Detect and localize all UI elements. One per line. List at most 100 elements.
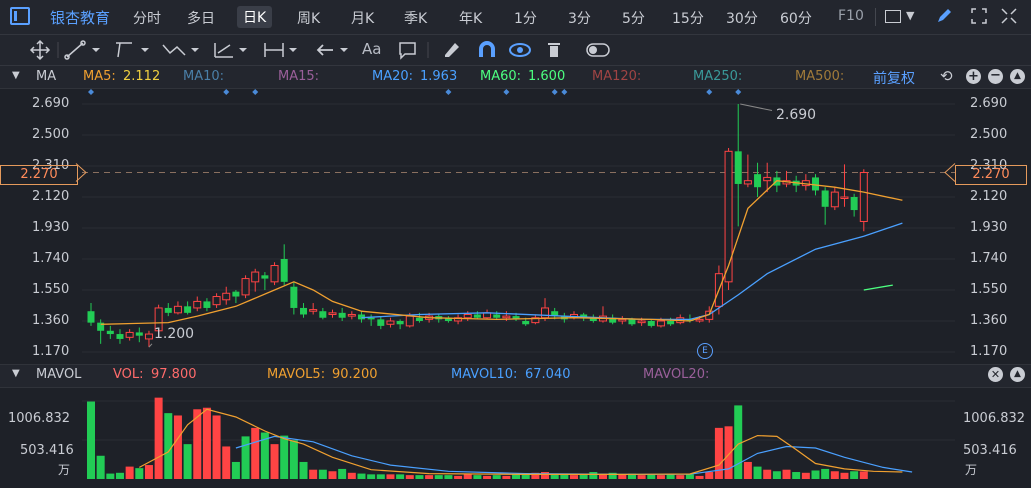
volume-bar	[115, 472, 124, 479]
expand-icon[interactable]	[1000, 7, 1018, 25]
period-tab[interactable]: 30分	[726, 8, 758, 28]
period-tab[interactable]: 1分	[514, 8, 537, 28]
zoom-in-icon[interactable]: +	[966, 69, 981, 84]
settings-icon[interactable]: ▲	[1010, 367, 1025, 382]
eraser-icon[interactable]	[445, 43, 459, 57]
ma-label[interactable]: MA	[36, 69, 56, 84]
ma-item-name: MA120:	[592, 69, 642, 84]
zoom-out-icon[interactable]: −	[988, 69, 1003, 84]
ray-line-icon[interactable]	[116, 42, 132, 58]
settings-icon[interactable]: ▲	[1010, 69, 1025, 84]
move-icon[interactable]	[29, 39, 51, 61]
ma-item-name: MA20:	[372, 69, 414, 84]
comment-icon[interactable]	[399, 42, 416, 60]
volume-bar	[357, 473, 366, 479]
candle-body-up	[144, 333, 153, 340]
candle-body-down	[300, 307, 308, 315]
volume-bar	[347, 472, 356, 479]
signal-marker	[561, 89, 568, 95]
chevron-down-icon[interactable]	[340, 48, 348, 52]
ma-item-name: MA60:	[480, 69, 522, 84]
candle-body-down	[87, 311, 95, 323]
candle-body-down	[377, 319, 385, 326]
volume-bar	[183, 444, 192, 479]
mavol-label[interactable]: MAVOL	[36, 367, 81, 382]
price-tick-left: 2.690	[32, 96, 70, 111]
measure-icon[interactable]	[264, 43, 284, 57]
polyline-icon[interactable]	[162, 44, 186, 56]
vol-item-value: 67.040	[525, 367, 571, 382]
volume-bar	[425, 475, 434, 479]
candle-body-up	[212, 296, 221, 306]
chevron-down-icon[interactable]	[239, 48, 247, 52]
period-tab[interactable]: 日K	[237, 6, 273, 28]
close-icon[interactable]: ✕	[988, 367, 1003, 382]
candle-body-up	[483, 312, 492, 319]
candle-body-down	[522, 321, 530, 325]
volume-bar	[202, 407, 211, 479]
chevron-down-icon[interactable]	[191, 48, 199, 52]
collapse-icon[interactable]: ▼	[12, 70, 20, 81]
chevron-down-icon[interactable]	[289, 48, 297, 52]
period-tab[interactable]: 分时	[133, 8, 161, 28]
period-tab[interactable]: 3分	[568, 8, 591, 28]
volume-chart[interactable]	[0, 387, 1031, 488]
layout-icon[interactable]	[885, 10, 901, 23]
volume-bar	[280, 435, 289, 479]
period-tab[interactable]: 月K	[351, 8, 374, 28]
trash-icon[interactable]	[548, 43, 560, 57]
ma-item-value: 1.963	[420, 69, 458, 84]
price-tick-right: 2.690	[970, 96, 1008, 111]
undo-icon[interactable]: ⟲	[940, 67, 953, 85]
period-tab[interactable]: 60分	[780, 8, 812, 28]
period-tab[interactable]: 季K	[404, 8, 427, 28]
candlestick-chart[interactable]	[0, 89, 1031, 364]
f10-button[interactable]: F10	[838, 8, 864, 24]
draw-pen-icon[interactable]	[934, 6, 954, 26]
drawing-tools	[29, 39, 610, 61]
chevron-down-icon[interactable]: ▼	[906, 9, 914, 22]
fibonacci-icon[interactable]	[214, 43, 233, 58]
signal-marker	[706, 89, 713, 95]
candle-body-up	[541, 307, 550, 319]
vol-axis-left-2: 503.416	[20, 443, 74, 458]
period-tab[interactable]: 周K	[297, 8, 320, 28]
trend-line-icon[interactable]	[64, 40, 86, 60]
event-marker-icon[interactable]: E	[697, 343, 713, 359]
volume-bar	[782, 469, 791, 479]
volume-bar	[125, 466, 134, 479]
eye-icon[interactable]	[509, 43, 531, 57]
candle-body-up	[502, 315, 511, 319]
volume-bar	[792, 472, 801, 479]
period-tab[interactable]: 15分	[672, 8, 704, 28]
volume-bar	[270, 444, 279, 479]
magnet-icon[interactable]	[479, 41, 495, 57]
candle-body-down	[647, 321, 655, 326]
candle-body-down	[821, 190, 829, 207]
text-tool[interactable]: Aa	[362, 40, 381, 58]
volume-bar	[589, 472, 598, 479]
adjust-button[interactable]: 前复权	[873, 68, 915, 88]
stock-name[interactable]: 银杏教育	[50, 7, 110, 28]
volume-bar	[309, 469, 318, 479]
vol-item-name: MAVOL10:	[451, 367, 518, 382]
candle-body-up	[270, 265, 279, 283]
arrow-left-icon[interactable]	[316, 44, 333, 56]
period-tab[interactable]: 年K	[459, 8, 482, 28]
menu-icon[interactable]	[10, 7, 30, 25]
period-tab[interactable]: 5分	[622, 8, 645, 28]
collapse-icon[interactable]: ▼	[12, 368, 20, 379]
toggle-icon[interactable]	[586, 43, 610, 57]
volume-bar	[772, 471, 781, 479]
fullscreen-icon[interactable]	[970, 7, 988, 25]
volume-bar	[714, 427, 723, 479]
volume-bar	[415, 475, 424, 479]
candle-body-up	[241, 278, 250, 296]
candle-body-down	[628, 319, 636, 325]
chevron-down-icon[interactable]	[141, 48, 149, 52]
candle-body-down	[850, 197, 858, 211]
vol-unit-right: 万	[965, 463, 978, 477]
chevron-down-icon[interactable]	[92, 48, 100, 52]
candle-body-up	[763, 176, 772, 182]
period-tab[interactable]: 多日	[187, 8, 215, 28]
